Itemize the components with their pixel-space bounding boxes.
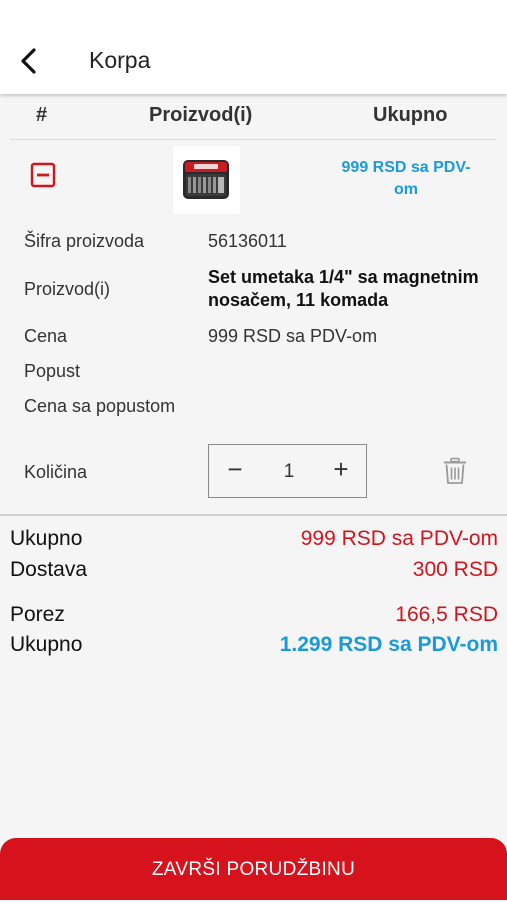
- shipping-value: 300 RSD: [412, 558, 498, 581]
- subtotal-label: Ukupno: [10, 527, 83, 550]
- quantity-label: Količina: [24, 462, 88, 482]
- cart-table: # Proizvod(i) Ukupno 999 RSD sa PDV-om Š…: [10, 94, 497, 510]
- page-title: Korpa: [89, 47, 151, 73]
- remove-item-button[interactable]: [30, 162, 56, 188]
- discount-label: Popust: [24, 361, 81, 381]
- discounted-price-label: Cena sa popustom: [24, 396, 176, 416]
- product-image: [183, 160, 229, 199]
- tax-label: Porez: [10, 603, 65, 626]
- product-code-label: Šifra proizvoda: [24, 231, 145, 251]
- product-name-label: Proizvod(i): [24, 279, 111, 299]
- delete-item-button[interactable]: [443, 457, 467, 485]
- quantity-stepper: − +: [208, 444, 367, 498]
- grand-total-value: 1.299 RSD sa PDV-om: [279, 633, 498, 656]
- product-thumbnail[interactable]: [173, 146, 240, 214]
- trash-icon: [444, 457, 466, 484]
- subtotal-value: 999 RSD sa PDV-om: [300, 527, 498, 550]
- summary-divider: [0, 514, 507, 516]
- product-code-value: 56136011: [208, 231, 287, 251]
- chevron-left-icon: [21, 48, 36, 74]
- back-button[interactable]: [14, 45, 46, 77]
- column-header-total: Ukupno: [373, 104, 448, 126]
- price-value: 999 RSD sa PDV-om: [208, 326, 378, 346]
- shipping-label: Dostava: [10, 558, 88, 581]
- header-divider: [10, 139, 497, 140]
- grand-total-label: Ukupno: [10, 633, 83, 656]
- increase-quantity-button[interactable]: +: [328, 456, 354, 483]
- product-name-value: Set umetaka 1/4" sa magnetnim nosačem, 1…: [208, 267, 479, 310]
- minus-square-icon: [30, 162, 56, 188]
- tax-value: 166,5 RSD: [395, 603, 498, 626]
- row-total-price: 999 RSD sa PDV-om: [341, 159, 471, 198]
- column-header-products: Proizvod(i): [149, 104, 253, 126]
- quantity-input[interactable]: [257, 459, 321, 485]
- price-label: Cena: [24, 326, 68, 346]
- app-header: Korpa: [0, 0, 507, 94]
- decrease-quantity-button[interactable]: −: [222, 456, 248, 483]
- column-header-number: #: [36, 104, 48, 126]
- finish-order-button[interactable]: ZAVRŠI PORUDŽBINU: [0, 838, 507, 900]
